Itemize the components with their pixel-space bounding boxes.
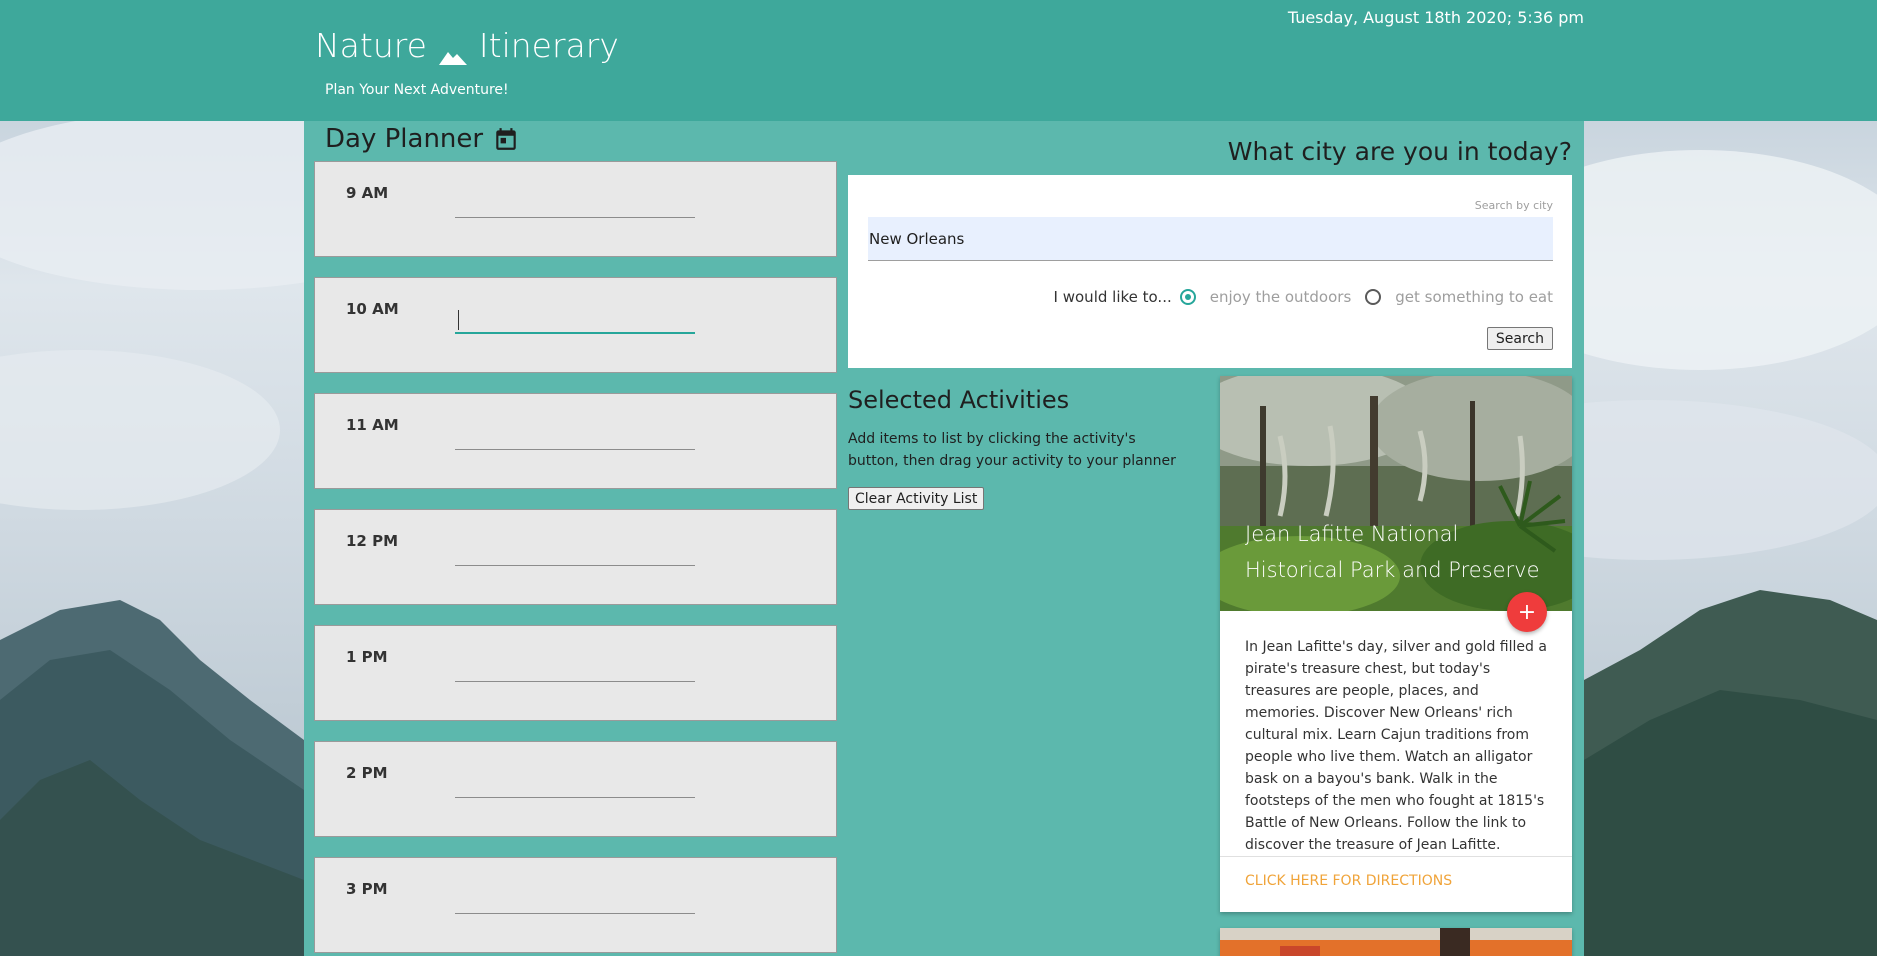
hour-block-11am: 11 AM (314, 393, 837, 489)
planner-heading: Day Planner (325, 124, 519, 154)
app-header: Nature Itinerary Plan Your Next Adventur… (0, 0, 1877, 121)
hour-block-1pm: 1 PM (314, 625, 837, 721)
city-search-value: New Orleans (869, 229, 965, 248)
selected-activities-title: Selected Activities (848, 386, 1070, 414)
clear-activity-list-button[interactable]: Clear Activity List (848, 487, 985, 510)
search-hint-label: Search by city (1474, 199, 1553, 212)
hour-label: 1 PM (346, 648, 388, 666)
hour-block-12pm: 12 PM (314, 509, 837, 605)
hour-label: 9 AM (346, 184, 389, 202)
hour-label: 2 PM (346, 764, 388, 782)
activity-card: Jean Lafitte National Historical Park an… (1220, 376, 1572, 912)
brand-name-left: Nature (315, 26, 427, 65)
hour-input-11am[interactable] (455, 424, 695, 450)
directions-link[interactable]: CLICK HERE FOR DIRECTIONS (1245, 873, 1452, 889)
city-question-heading: What city are you in today? (1227, 137, 1572, 166)
radio-outdoors[interactable] (1179, 289, 1196, 305)
hour-block-9am: 9 AM (314, 161, 837, 257)
hour-input-1pm[interactable] (455, 656, 695, 682)
hour-label: 3 PM (346, 880, 388, 898)
search-button[interactable]: Search (1486, 327, 1553, 350)
hour-input-12pm[interactable] (455, 540, 695, 566)
hour-input-3pm[interactable] (455, 888, 695, 914)
calendar-icon (493, 126, 519, 152)
tagline: Plan Your Next Adventure! (325, 82, 509, 98)
radio-eat[interactable] (1365, 289, 1382, 305)
activity-image: Jean Lafitte National Historical Park an… (1220, 376, 1572, 611)
option-eat-label[interactable]: get something to eat (1395, 288, 1553, 306)
plus-icon: + (1517, 599, 1537, 625)
selected-activities-description: Add items to list by clicking the activi… (848, 431, 1176, 469)
hour-block-3pm: 3 PM (314, 857, 837, 953)
hour-input-2pm[interactable] (455, 772, 695, 798)
text-caret (458, 310, 459, 330)
activity-type-options: I would like to... enjoy the outdoors ge… (1054, 288, 1553, 306)
activity-description: In Jean Lafitte's day, silver and gold f… (1245, 639, 1547, 853)
hour-label: 12 PM (346, 532, 399, 550)
brand-name-right: Itinerary (478, 26, 619, 65)
hour-label: 10 AM (346, 300, 399, 318)
current-datetime: Tuesday, August 18th 2020; 5:36 pm (1287, 8, 1584, 27)
add-activity-button[interactable]: + (1507, 592, 1547, 632)
hour-input-10am[interactable] (455, 308, 695, 334)
options-lead-label: I would like to... (1053, 288, 1172, 306)
hour-label: 11 AM (346, 416, 399, 434)
hour-block-2pm: 2 PM (314, 741, 837, 837)
card-divider (1220, 856, 1572, 857)
planner-title: Day Planner (325, 124, 484, 154)
hour-input-9am[interactable] (455, 192, 695, 218)
activity-title: Jean Lafitte National Historical Park an… (1245, 522, 1540, 582)
hour-block-10am: 10 AM (314, 277, 837, 373)
city-search-input[interactable]: New Orleans (868, 217, 1553, 261)
main-panel: Day Planner 9 AM 10 AM 11 AM 12 PM 1 PM … (304, 121, 1584, 956)
option-outdoors-label[interactable]: enjoy the outdoors (1210, 288, 1352, 306)
brand-title[interactable]: Nature Itinerary (315, 26, 619, 65)
activity-image-next (1220, 928, 1572, 956)
activity-card-next (1220, 928, 1572, 956)
search-card: Search by city New Orleans I would like … (848, 175, 1572, 368)
mountain-icon (438, 36, 467, 65)
